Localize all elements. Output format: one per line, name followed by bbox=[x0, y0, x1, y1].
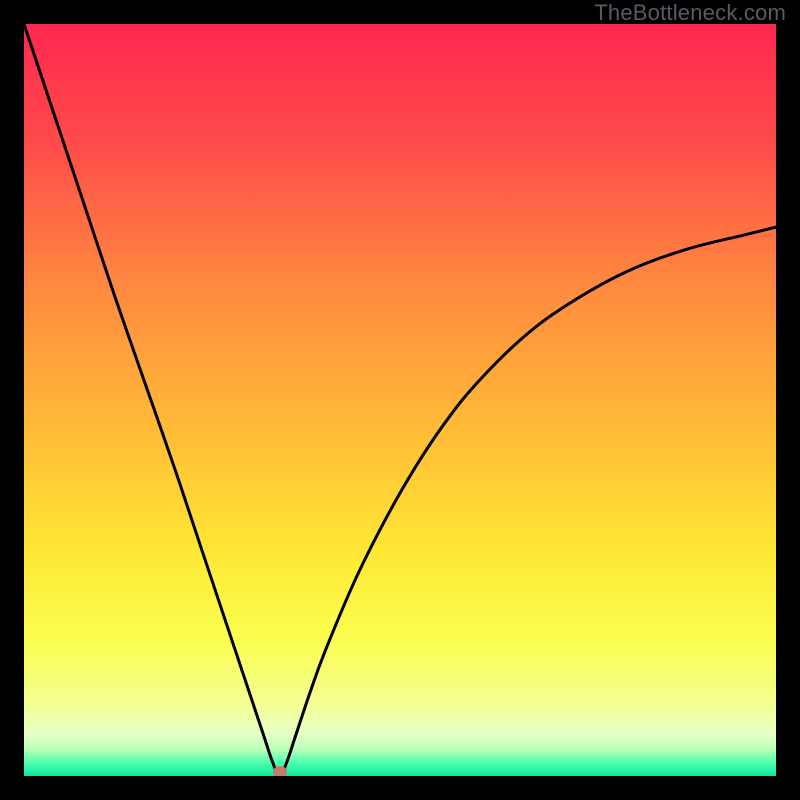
chart-frame: TheBottleneck.com bbox=[0, 0, 800, 800]
bottleneck-curve bbox=[24, 24, 776, 776]
optimal-point-marker bbox=[273, 766, 287, 776]
curve-layer bbox=[24, 24, 776, 776]
watermark-text: TheBottleneck.com bbox=[594, 0, 786, 26]
plot-area bbox=[24, 24, 776, 776]
